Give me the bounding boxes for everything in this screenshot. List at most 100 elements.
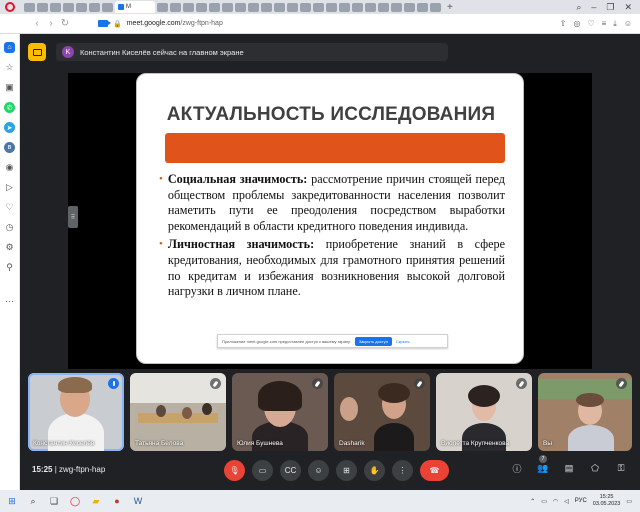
leave-call-button[interactable]: ☎ <box>420 460 449 481</box>
snapshot-icon[interactable]: ◎ <box>573 19 580 29</box>
flow-icon[interactable]: ▷ <box>4 182 15 193</box>
present-button[interactable]: ⊞ <box>336 460 357 481</box>
search-icon[interactable]: ⌕ <box>27 495 39 507</box>
volume-icon[interactable]: ◁ <box>564 498 569 505</box>
pin-icon[interactable]: ⚲ <box>4 262 15 273</box>
mic-toggle-button[interactable]: 🎙 <box>224 460 245 481</box>
browser-tab[interactable] <box>102 2 113 12</box>
presentation-icon[interactable] <box>28 43 46 61</box>
browser-tab[interactable] <box>157 2 168 12</box>
minimize-icon[interactable]: – <box>591 2 596 13</box>
more-icon[interactable]: ⋯ <box>4 296 15 307</box>
player-icon[interactable]: ◉ <box>4 162 15 173</box>
people-button[interactable]: 7 👥 <box>536 455 550 474</box>
taskbar-clock[interactable]: 15:25 03.05.2023 <box>593 494 621 508</box>
browser-tab[interactable] <box>378 2 389 12</box>
participant-tile[interactable]: Татьяна Белова <box>130 373 226 451</box>
stop-sharing-button[interactable]: Закрыть доступ <box>354 336 392 346</box>
share-icon[interactable]: ⇧ <box>560 19 567 29</box>
browser-tab[interactable] <box>24 2 35 12</box>
url-field[interactable]: 🔒 meet.google.com/zwg-ftpn-hap <box>98 20 223 28</box>
easy-setup-icon[interactable]: ≡ <box>602 19 607 29</box>
participant-tile[interactable]: Dasharik <box>334 373 430 451</box>
bookmark-heart-icon[interactable]: ♡ <box>587 19 594 29</box>
input-language[interactable]: РУС <box>575 498 587 504</box>
browser-tab[interactable] <box>222 2 233 12</box>
browser-tab[interactable] <box>339 2 350 12</box>
opera-taskbar-icon[interactable]: ◯ <box>69 495 81 507</box>
notifications-icon[interactable]: ▭ <box>626 498 632 505</box>
reload-icon[interactable]: ↻ <box>58 18 72 29</box>
browser-tab[interactable] <box>417 2 428 12</box>
download-icon[interactable]: ⤓ <box>613 19 617 29</box>
meeting-info: 15:25 | zwg-ftpn-hap <box>32 465 106 474</box>
more-options-button[interactable]: ⋮ <box>392 460 413 481</box>
settings-gear-icon[interactable]: ⚙ <box>4 242 15 253</box>
security-lock-icon[interactable]: 🔒 <box>113 20 122 28</box>
captions-button[interactable]: CC <box>280 460 301 481</box>
bag-icon[interactable]: ▣ <box>4 82 15 93</box>
browser-tab[interactable] <box>235 2 246 12</box>
browser-tab[interactable] <box>170 2 181 12</box>
browser-tab[interactable] <box>365 2 376 12</box>
close-icon[interactable]: ✕ <box>624 2 632 13</box>
browser-tab[interactable] <box>313 2 324 12</box>
favorites-icon[interactable]: ♡ <box>4 202 15 213</box>
whatsapp-icon[interactable]: ✆ <box>4 102 15 113</box>
browser-tab[interactable] <box>209 2 220 12</box>
browser-tab[interactable] <box>76 2 87 12</box>
activities-button[interactable]: ⬠ <box>588 463 602 474</box>
browser-tab[interactable] <box>274 2 285 12</box>
browser-tab[interactable] <box>89 2 100 12</box>
word-icon[interactable]: W <box>132 495 144 507</box>
browser-tab[interactable] <box>183 2 194 12</box>
participant-name: Татьяна Белова <box>135 440 184 447</box>
back-icon[interactable]: ‹ <box>30 18 44 29</box>
profile-icon[interactable]: ☺ <box>624 19 632 29</box>
raise-hand-button[interactable]: ✋ <box>364 460 385 481</box>
home-icon[interactable]: ⌂ <box>4 42 15 53</box>
browser-tab[interactable] <box>391 2 402 12</box>
tray-chevron-icon[interactable]: ⌃ <box>530 498 535 505</box>
browser-tab[interactable] <box>37 2 48 12</box>
browser-tab[interactable] <box>352 2 363 12</box>
browser-tab[interactable] <box>300 2 311 12</box>
task-view-icon[interactable]: ❏ <box>48 495 60 507</box>
windows-start-icon[interactable]: ⊞ <box>6 495 18 507</box>
browser-tab[interactable] <box>287 2 298 12</box>
reactions-button[interactable]: ☺ <box>308 460 329 481</box>
browser-tab[interactable] <box>326 2 337 12</box>
meeting-details-button[interactable]: ⓘ <box>510 462 524 475</box>
browser-tab[interactable] <box>404 2 415 12</box>
browser-tab[interactable] <box>50 2 61 12</box>
participant-tile[interactable]: Вы <box>538 373 632 451</box>
file-explorer-icon[interactable]: ▰ <box>90 495 102 507</box>
host-controls-button[interactable]: ⚿ <box>614 463 628 474</box>
new-tab-icon[interactable]: + <box>447 2 453 13</box>
maximize-icon[interactable]: ❐ <box>606 2 614 13</box>
opera-logo-icon[interactable] <box>0 0 20 14</box>
hide-notice-button[interactable]: Скрыть <box>396 339 410 344</box>
network-icon[interactable]: ▭ <box>541 498 547 505</box>
browser-tab[interactable] <box>430 2 441 12</box>
participant-tile[interactable]: Константин Киселёв <box>28 373 124 451</box>
browser-tab[interactable] <box>196 2 207 12</box>
camera-toggle-button[interactable]: ▭ <box>252 460 273 481</box>
participant-tile[interactable]: Юлия Бушнева <box>232 373 328 451</box>
participant-tile[interactable]: Виолетта Крупченкова <box>436 373 532 451</box>
search-tabs-icon[interactable]: ⌕ <box>576 2 581 13</box>
browser-tab-active[interactable]: M <box>115 1 155 13</box>
vk-icon[interactable]: в <box>4 142 15 153</box>
app-red-icon[interactable]: ● <box>111 495 123 507</box>
browser-tab[interactable] <box>63 2 74 12</box>
history-icon[interactable]: ◷ <box>4 222 15 233</box>
wifi-icon[interactable]: ◠ <box>553 498 558 505</box>
camera-in-use-icon[interactable] <box>98 20 111 27</box>
browser-tab[interactable] <box>248 2 259 12</box>
chat-button[interactable]: ▤ <box>562 463 576 474</box>
telegram-icon[interactable]: ➤ <box>4 122 15 133</box>
drag-handle-icon[interactable]: ⠿ <box>68 206 78 228</box>
forward-icon[interactable]: › <box>44 18 58 29</box>
browser-tab[interactable] <box>261 2 272 12</box>
speed-dial-icon[interactable]: ☆ <box>4 62 15 73</box>
